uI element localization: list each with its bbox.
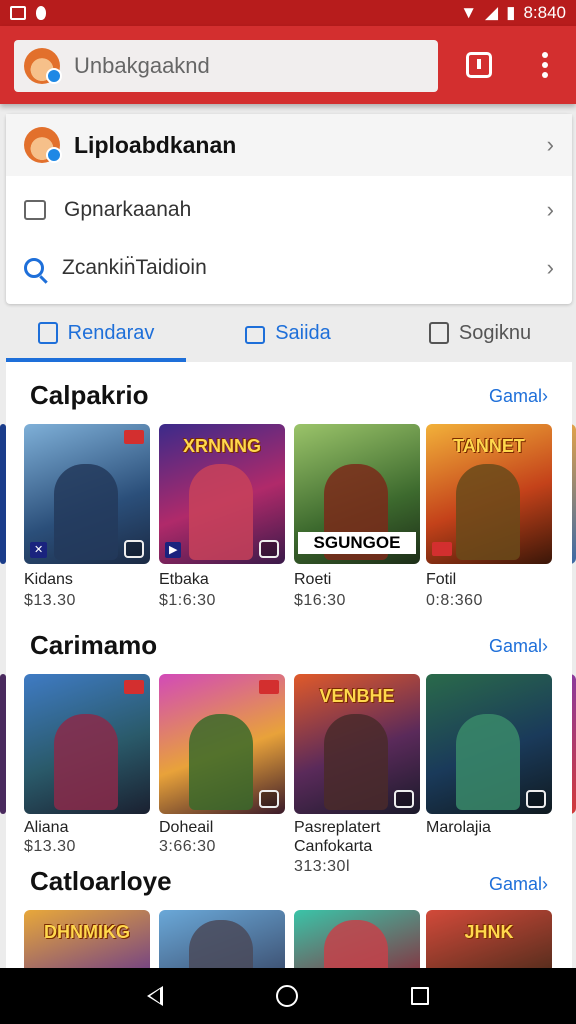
game-banner: VENBHE [319,686,395,706]
account-row-label: Zcankin̈Taidioin [62,256,207,279]
tag-badge [432,542,452,556]
game-tile[interactable]: TANNET [426,424,552,564]
game-banner: DHNMIKG [44,922,130,942]
tab-label: Saiida [275,321,331,344]
game-banner: JHNK [464,922,514,942]
lock-icon [245,326,266,344]
account-card: Liploabdkanan › Gpnarkaanah › Zcankin̈Ta… [6,114,572,304]
chevron-right-icon: › [546,132,554,157]
account-row-label: Gpnarkaanah [64,198,192,221]
install-icon [259,540,279,558]
avatar[interactable] [24,48,62,84]
recents-icon[interactable] [411,987,430,1005]
game-name: Marolajia [426,819,491,836]
game-name: Kidans [24,571,73,588]
install-icon [259,790,279,808]
overflow-menu-button[interactable] [530,50,560,80]
game-name: Doheail [159,819,214,836]
game-tile[interactable]: ✕ [24,424,150,564]
wifi-icon: ▼ [460,3,478,22]
system-nav-bar [0,968,576,1024]
home-icon[interactable] [275,985,298,1007]
game-art [456,714,520,810]
bookmark-button[interactable] [464,50,494,80]
game-name: Aliana [24,819,69,836]
game-tile[interactable] [24,674,150,814]
game-tile[interactable] [426,674,552,814]
game-tile[interactable]: XRNNNG ▶ [159,424,285,564]
game-name: Etbaka [159,571,209,588]
tab-label: Rendarav [67,321,155,344]
game-price: 0:8:360 [426,592,483,609]
game-tile[interactable] [159,674,285,814]
game-banner: XRNNNG [182,436,261,456]
game-art [189,464,253,560]
tab-saiida[interactable]: Saiida [192,304,384,362]
game-art [54,714,118,810]
edit-box-icon [428,322,449,344]
more-vert-icon [542,52,548,78]
notification-icon [10,6,26,20]
status-time: 8:840 [523,3,566,22]
game-art [324,714,388,810]
game-art [54,464,118,560]
game-price: $13.30 [24,838,76,855]
install-icon [526,790,546,808]
game-banner: TANNET [453,436,525,456]
install-icon [124,540,144,558]
platform-badge: ✕ [30,542,48,558]
game-art [456,464,520,560]
chevron-right-icon: › [546,255,554,280]
tab-sogiknu[interactable]: Sogiknu [384,304,576,362]
bookmark-icon [466,52,492,78]
game-tile[interactable]: SGUNGOE [294,424,420,564]
tag-badge [259,680,279,694]
install-icon [394,790,414,808]
section-more-link[interactable]: Gamal› [489,386,548,407]
game-tile[interactable]: VENBHE [294,674,420,814]
section-more-link[interactable]: Gamal› [489,636,548,657]
section-more-link[interactable]: Gamal› [489,874,548,895]
back-icon[interactable] [146,986,163,1006]
game-price: 313:30l [294,858,350,875]
tag-badge [124,680,144,694]
game-price: 3:66:30 [159,838,216,855]
message-icon [24,200,46,220]
game-price: $1:6:30 [159,592,216,609]
edit-icon [37,322,58,344]
game-art [189,714,253,810]
platform-badge: ▶ [165,542,182,558]
search-icon [24,258,44,278]
section-title: Calpakrio [30,380,149,410]
tag-badge [124,430,144,444]
account-row-search[interactable]: Zcankin̈Taidioin › [6,244,572,292]
profile-avatar [24,127,62,163]
drop-notification-icon [36,6,46,20]
section-title: Catloarloye [30,866,172,896]
status-bar: ▼ ◢ ▮ 8:840 [0,0,576,26]
profile-row[interactable]: Liploabdkanan › [6,114,572,176]
game-price: $13.30 [24,592,76,609]
account-row-messages[interactable]: Gpnarkaanah › [6,186,572,234]
tab-label: Sogiknu [458,321,532,344]
signal-icon: ◢ [485,3,499,22]
game-name: Roeti [294,571,332,588]
profile-name: Liploabdkanan [74,131,237,158]
game-name: Fotil [426,571,457,588]
game-strip: SGUNGOE [298,532,416,554]
app-header: Unbakgaaknd [0,26,576,104]
tab-bar: Rendarav Saiida Sogiknu [0,304,576,362]
search-bar[interactable]: Unbakgaaknd [14,40,438,92]
content-panel: Calpakrio Gamal› ✕ XRNNNG ▶ SGUNGOE TANN… [6,362,572,982]
game-name: Pasreplatert Canfokarta [294,819,381,855]
battery-icon: ▮ [506,3,516,22]
tab-rendarav[interactable]: Rendarav [0,304,192,362]
game-price: $16:30 [294,592,346,609]
section-title: Carimamo [30,630,158,660]
chevron-right-icon: › [546,197,554,222]
search-query[interactable]: Unbakgaaknd [74,53,210,79]
